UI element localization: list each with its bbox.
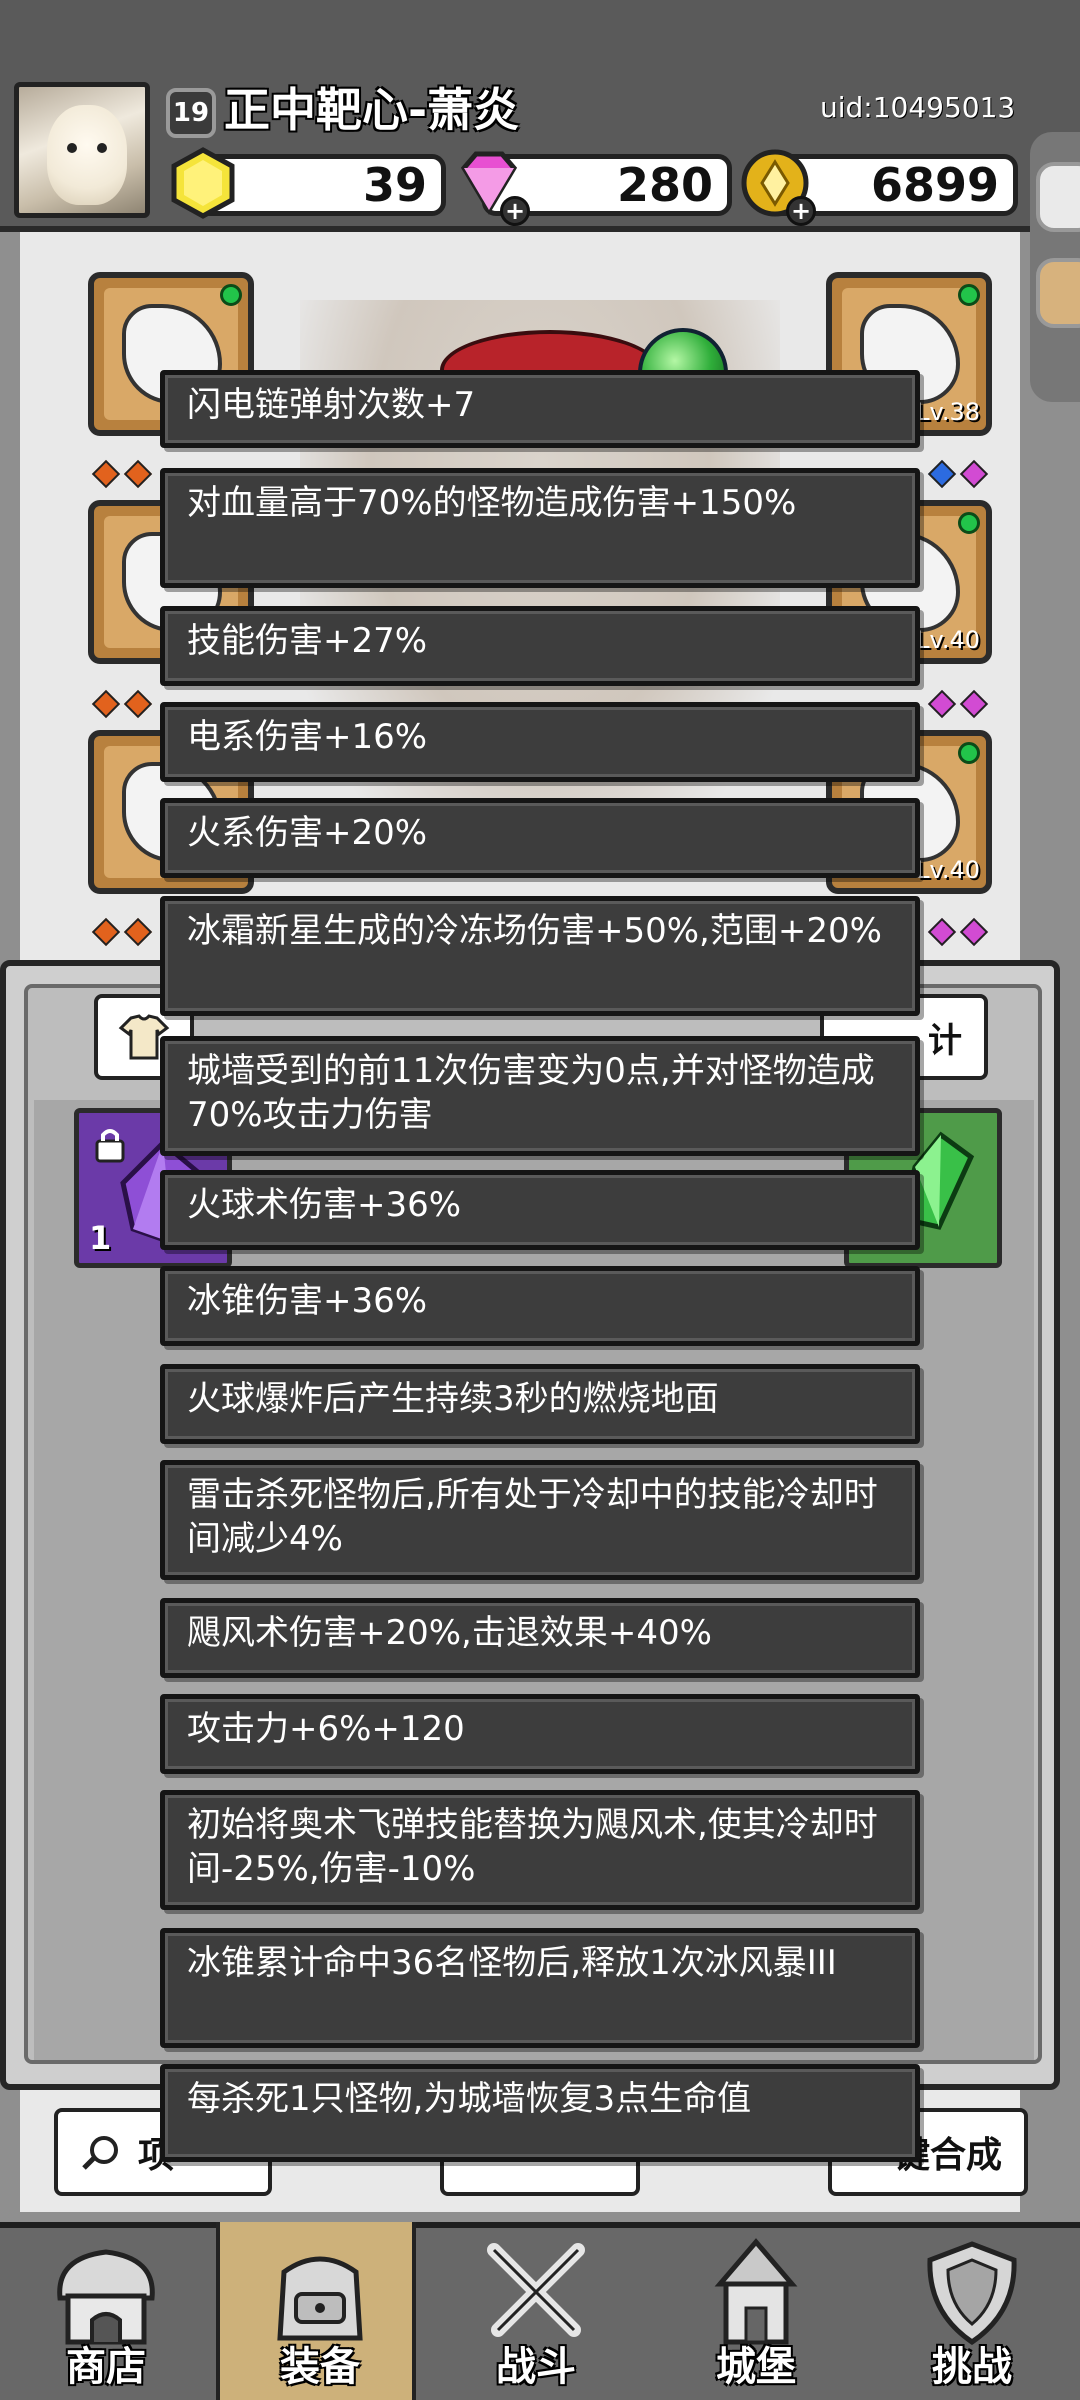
affix-line: 火系伤害+20% — [160, 798, 920, 878]
player-uid: uid:10495013 — [820, 91, 1016, 124]
affix-line: 飓风术伤害+20%,击退效果+40% — [160, 1598, 920, 1678]
attribute-stats-label: 计 — [928, 1020, 962, 1061]
slot-level: Lv.40 — [916, 626, 980, 654]
affix-line: 冰锥伤害+36% — [160, 1266, 920, 1346]
affix-line: 冰霜新星生成的冷冻场伤害+50%,范围+20% — [160, 896, 920, 1016]
nav-tab-challenge[interactable]: 挑战 — [872, 2222, 1072, 2400]
side-event-button[interactable] — [1036, 258, 1080, 328]
affix-line: 城墙受到的前11次伤害变为0点,并对怪物造成70%攻击力伤害 — [160, 1036, 920, 1156]
slot-level: Lv.38 — [916, 398, 980, 426]
side-floating-tab — [1030, 132, 1080, 402]
affix-line: 每杀死1只怪物,为城墙恢复3点生命值 — [160, 2064, 920, 2162]
affix-line: 雷击杀死怪物后,所有处于冷却中的技能冷却时间减少4% — [160, 1460, 920, 1580]
castle-tower-icon — [714, 2238, 798, 2345]
affix-line: 初始将奥术飞弹技能替换为飓风术,使其冷却时间-25%,伤害-10% — [160, 1790, 920, 1910]
nav-label-castle: 城堡 — [716, 2344, 796, 2390]
nav-label-shop: 商店 — [66, 2344, 146, 2390]
alpaca-face-icon — [47, 105, 127, 205]
shield-crest-icon — [927, 2241, 1017, 2346]
add-coins-button[interactable]: + — [786, 196, 816, 226]
crossed-swords-icon — [487, 2243, 585, 2337]
gem-count: 1 — [89, 1219, 112, 1257]
side-info-button[interactable] — [1036, 162, 1080, 232]
affix-tooltip: 闪电链弹射次数+7 对血量高于70%的怪物造成伤害+150% 技能伤害+27% … — [160, 362, 920, 2162]
affix-line: 火球术伤害+36% — [160, 1170, 920, 1250]
affix-line: 技能伤害+27% — [160, 606, 920, 686]
magnifier-icon — [82, 2136, 118, 2170]
avatar-eye — [67, 143, 77, 153]
add-diamonds-button[interactable]: + — [500, 196, 530, 226]
player-avatar[interactable] — [14, 82, 150, 218]
affix-line: 冰锥累计命中36名怪物后,释放1次冰风暴III — [160, 1928, 920, 2048]
slot-level: Lv.40 — [916, 856, 980, 884]
affix-line: 攻击力+6%+120 — [160, 1694, 920, 1774]
upgrade-available-dot — [220, 284, 242, 306]
nav-label-equipment: 装备 — [280, 2344, 360, 2390]
upgrade-available-dot — [958, 284, 980, 306]
nav-tab-shop[interactable]: 商店 — [6, 2222, 206, 2400]
affix-line: 火球爆炸后产生持续3秒的燃烧地面 — [160, 1364, 920, 1444]
yellow-gem-icon — [171, 147, 235, 219]
nav-tab-equipment[interactable]: 装备 — [216, 2222, 416, 2400]
upgrade-available-dot — [958, 742, 980, 764]
nav-label-battle: 战斗 — [496, 2344, 576, 2390]
upgrade-available-dot — [958, 512, 980, 534]
shop-icon — [57, 2249, 155, 2345]
avatar-eye — [97, 143, 107, 153]
affix-line: 对血量高于70%的怪物造成伤害+150% — [160, 468, 920, 588]
affix-line: 电系伤害+16% — [160, 702, 920, 782]
nav-tab-castle[interactable]: 城堡 — [656, 2222, 856, 2400]
player-name: 正中靶心-萧炎 — [224, 83, 520, 137]
player-level-badge: 19 — [166, 88, 216, 138]
affix-line: 闪电链弹射次数+7 — [160, 370, 920, 448]
nav-tab-battle[interactable]: 战斗 — [436, 2222, 636, 2400]
backpack-icon — [277, 2256, 363, 2341]
nav-label-challenge: 挑战 — [932, 2344, 1012, 2390]
